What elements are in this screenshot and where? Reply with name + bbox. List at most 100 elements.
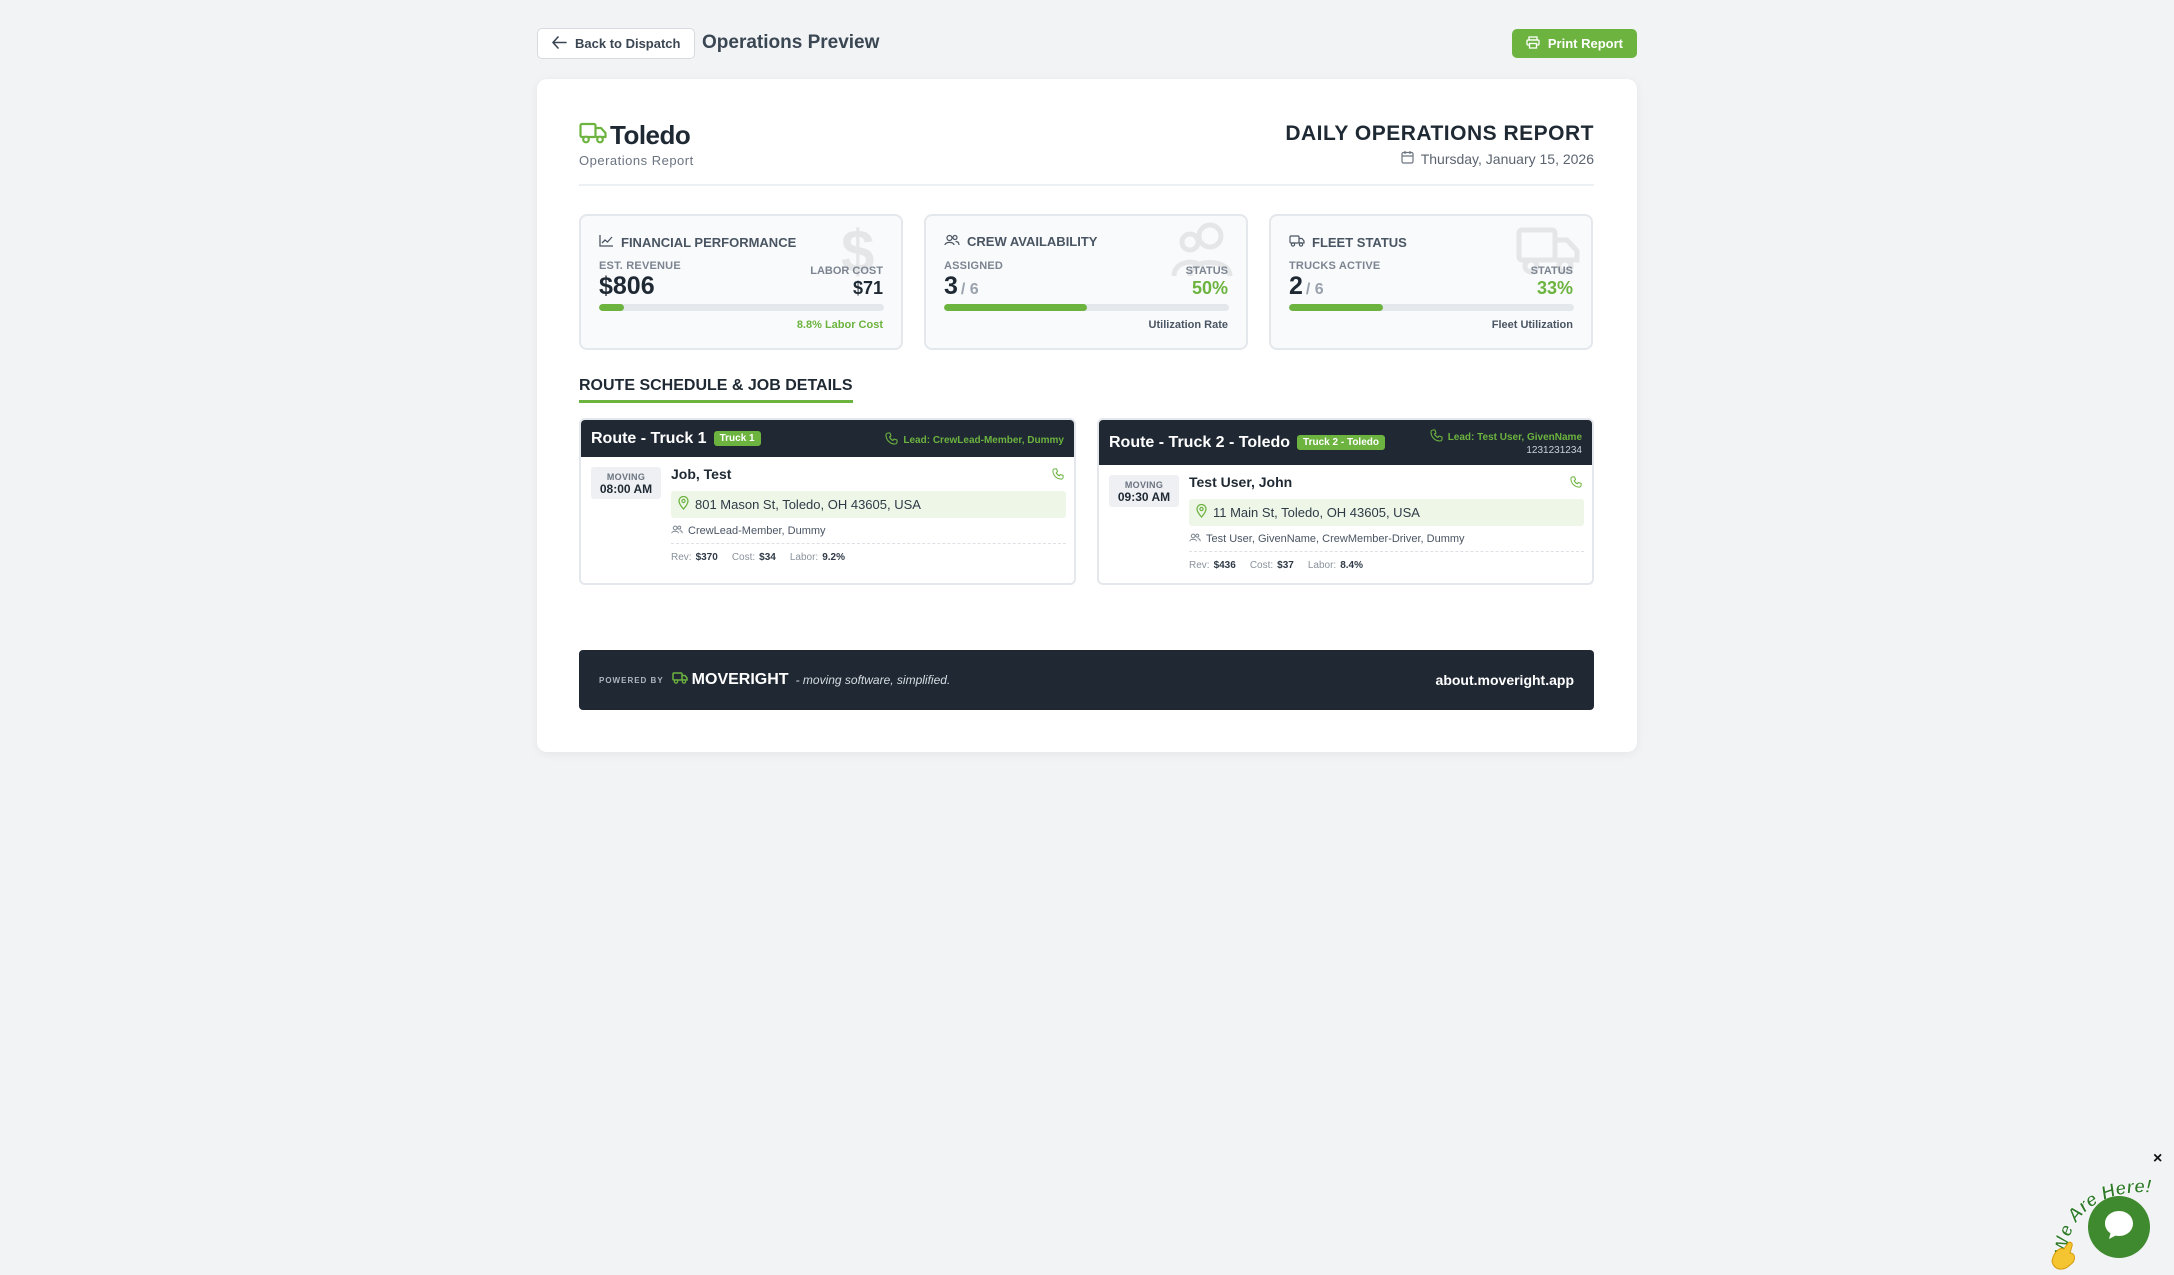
cost-value: $37 bbox=[1277, 560, 1294, 571]
est-revenue-label: EST. REVENUE bbox=[599, 260, 681, 272]
crew-utilization-progress bbox=[944, 304, 1229, 311]
job-time: 08:00 AM bbox=[599, 482, 653, 496]
truck-badge: Truck 1 bbox=[713, 431, 761, 446]
assigned-total: / 6 bbox=[960, 281, 979, 298]
divider bbox=[671, 543, 1066, 544]
trending-up-icon bbox=[599, 234, 614, 250]
labor-cost-value: $71 bbox=[852, 278, 883, 298]
job-address-text: 11 Main St, Toledo, OH 43605, USA bbox=[1213, 505, 1420, 520]
financial-title: FINANCIAL PERFORMANCE bbox=[621, 234, 797, 250]
trucks-total: / 6 bbox=[1305, 281, 1324, 298]
print-report-button[interactable]: Print Report bbox=[1511, 29, 1637, 58]
crew-footer: Utilization Rate bbox=[1148, 319, 1228, 331]
job-crew-text: CrewLead-Member, Dummy bbox=[688, 525, 826, 537]
truck-small-icon bbox=[1289, 234, 1305, 250]
tagline: - moving software, simplified. bbox=[795, 673, 951, 687]
rev-value: $370 bbox=[695, 552, 718, 563]
arrow-left-icon bbox=[552, 35, 567, 52]
labor-label: Labor: bbox=[1307, 560, 1337, 571]
map-pin-icon bbox=[678, 495, 689, 513]
crew-status-value: 50% bbox=[1191, 278, 1228, 298]
route-lead-phone: 1231231234 bbox=[1526, 445, 1582, 456]
report-date-text: Thursday, January 15, 2026 bbox=[1420, 150, 1594, 167]
job-crew: Test User, GivenName, CrewMember-Driver,… bbox=[1189, 533, 1465, 545]
topbar: Back to Dispatch Operations Preview Prin… bbox=[537, 28, 1637, 59]
cost-label: Cost: bbox=[731, 552, 756, 563]
route-header: Route - Truck 2 - Toledo Truck 2 - Toled… bbox=[1099, 420, 1592, 465]
crew-availability-card: CREW AVAILABILITY ASSIGNED 3/ 6 STATUS 5… bbox=[924, 214, 1248, 350]
financial-header: FINANCIAL PERFORMANCE bbox=[599, 234, 796, 250]
labor-value: 9.2% bbox=[822, 552, 845, 563]
brand: Toledo bbox=[579, 120, 691, 151]
route-lead-text: Lead: CrewLead-Member, Dummy bbox=[903, 434, 1064, 446]
route-lead[interactable]: Lead: CrewLead-Member, Dummy bbox=[885, 432, 1064, 448]
users-icon bbox=[944, 234, 960, 249]
users-icon bbox=[1189, 533, 1201, 545]
route-lead[interactable]: Lead: Test User, GivenName bbox=[1430, 429, 1582, 445]
page-title: Operations Preview bbox=[702, 32, 880, 53]
crew-header: CREW AVAILABILITY bbox=[944, 234, 1097, 249]
fleet-footer: Fleet Utilization bbox=[1491, 319, 1573, 331]
back-to-dispatch-button[interactable]: Back to Dispatch bbox=[537, 28, 696, 59]
phone-icon bbox=[885, 432, 898, 448]
fleet-status-card: FLEET STATUS TRUCKS ACTIVE 2/ 6 STATUS 3… bbox=[1269, 214, 1593, 350]
fleet-utilization-progress-fill bbox=[1289, 304, 1384, 311]
job-address-text: 801 Mason St, Toledo, OH 43605, USA bbox=[695, 497, 921, 512]
job-customer-name: Job, Test bbox=[671, 466, 732, 482]
footer-site-link[interactable]: about.moveright.app bbox=[1436, 672, 1574, 688]
assigned-label: ASSIGNED bbox=[944, 260, 1004, 272]
trucks-active-label: TRUCKS ACTIVE bbox=[1289, 260, 1381, 272]
calendar-icon bbox=[1401, 150, 1414, 167]
labor-cost-progress bbox=[599, 304, 884, 311]
assigned-value: 3/ 6 bbox=[944, 272, 979, 301]
job-address: 801 Mason St, Toledo, OH 43605, USA bbox=[671, 491, 1066, 518]
back-button-label: Back to Dispatch bbox=[575, 36, 681, 51]
powered-by-label: POWERED BY bbox=[599, 675, 664, 685]
report-date: Thursday, January 15, 2026 bbox=[1401, 150, 1594, 167]
job-phone-icon[interactable] bbox=[1052, 467, 1064, 485]
job-financials: Rev: $370 Cost: $34 Labor: 9.2% bbox=[671, 552, 859, 563]
rev-label: Rev: bbox=[671, 552, 692, 563]
job-address: 11 Main St, Toledo, OH 43605, USA bbox=[1189, 499, 1584, 526]
rev-label: Rev: bbox=[1189, 560, 1210, 571]
truck-badge: Truck 2 - Toledo bbox=[1297, 435, 1385, 450]
job-item[interactable]: MOVING 09:30 AM Test User, John 11 Main … bbox=[1099, 465, 1592, 583]
job-time-box: MOVING 08:00 AM bbox=[591, 467, 661, 499]
job-item[interactable]: MOVING 08:00 AM Job, Test 801 Mason St, … bbox=[581, 457, 1074, 583]
job-type: MOVING bbox=[606, 472, 646, 482]
est-revenue-value: $806 bbox=[599, 272, 655, 300]
cost-value: $34 bbox=[759, 552, 776, 563]
route-card-truck-1: Route - Truck 1 Truck 1 Lead: CrewLead-M… bbox=[579, 418, 1076, 585]
rev-value: $436 bbox=[1213, 560, 1236, 571]
printer-icon bbox=[1526, 35, 1540, 52]
labor-cost-label: LABOR COST bbox=[810, 265, 883, 277]
chat-launcher-button[interactable] bbox=[2088, 1196, 2150, 1258]
labor-value: 8.4% bbox=[1340, 560, 1363, 571]
company-subtitle: Operations Report bbox=[579, 153, 694, 168]
fleet-utilization-progress bbox=[1289, 304, 1574, 311]
section-title: ROUTE SCHEDULE & JOB DETAILS bbox=[579, 377, 853, 403]
report-card: Toledo Operations Report DAILY OPERATION… bbox=[537, 79, 1637, 752]
report-header: Toledo Operations Report DAILY OPERATION… bbox=[579, 120, 1594, 186]
crew-title: CREW AVAILABILITY bbox=[967, 234, 1098, 249]
stats-row: $ FINANCIAL PERFORMANCE EST. REVENUE $80… bbox=[579, 214, 1594, 350]
labor-cost-progress-fill bbox=[599, 304, 625, 311]
job-financials: Rev: $436 Cost: $37 Labor: 8.4% bbox=[1189, 560, 1377, 571]
route-card-truck-2: Route - Truck 2 - Toledo Truck 2 - Toled… bbox=[1097, 418, 1594, 585]
truck-icon bbox=[579, 121, 607, 150]
route-header: Route - Truck 1 Truck 1 Lead: CrewLead-M… bbox=[581, 420, 1074, 457]
labor-label: Labor: bbox=[789, 552, 819, 563]
job-crew: CrewLead-Member, Dummy bbox=[671, 525, 826, 537]
fleet-status-label: STATUS bbox=[1530, 265, 1573, 277]
report-title: DAILY OPERATIONS REPORT bbox=[1285, 122, 1594, 145]
job-time: 09:30 AM bbox=[1117, 490, 1171, 504]
job-time-box: MOVING 09:30 AM bbox=[1109, 475, 1179, 507]
map-pin-icon bbox=[1196, 503, 1207, 521]
crew-utilization-progress-fill bbox=[944, 304, 1087, 311]
trucks-active-count: 2 bbox=[1289, 272, 1303, 300]
trucks-active-value: 2/ 6 bbox=[1289, 272, 1324, 301]
chat-bubble-icon bbox=[2102, 1208, 2136, 1247]
job-phone-icon[interactable] bbox=[1570, 475, 1582, 493]
fleet-header: FLEET STATUS bbox=[1289, 234, 1407, 250]
job-type: MOVING bbox=[1124, 480, 1164, 490]
